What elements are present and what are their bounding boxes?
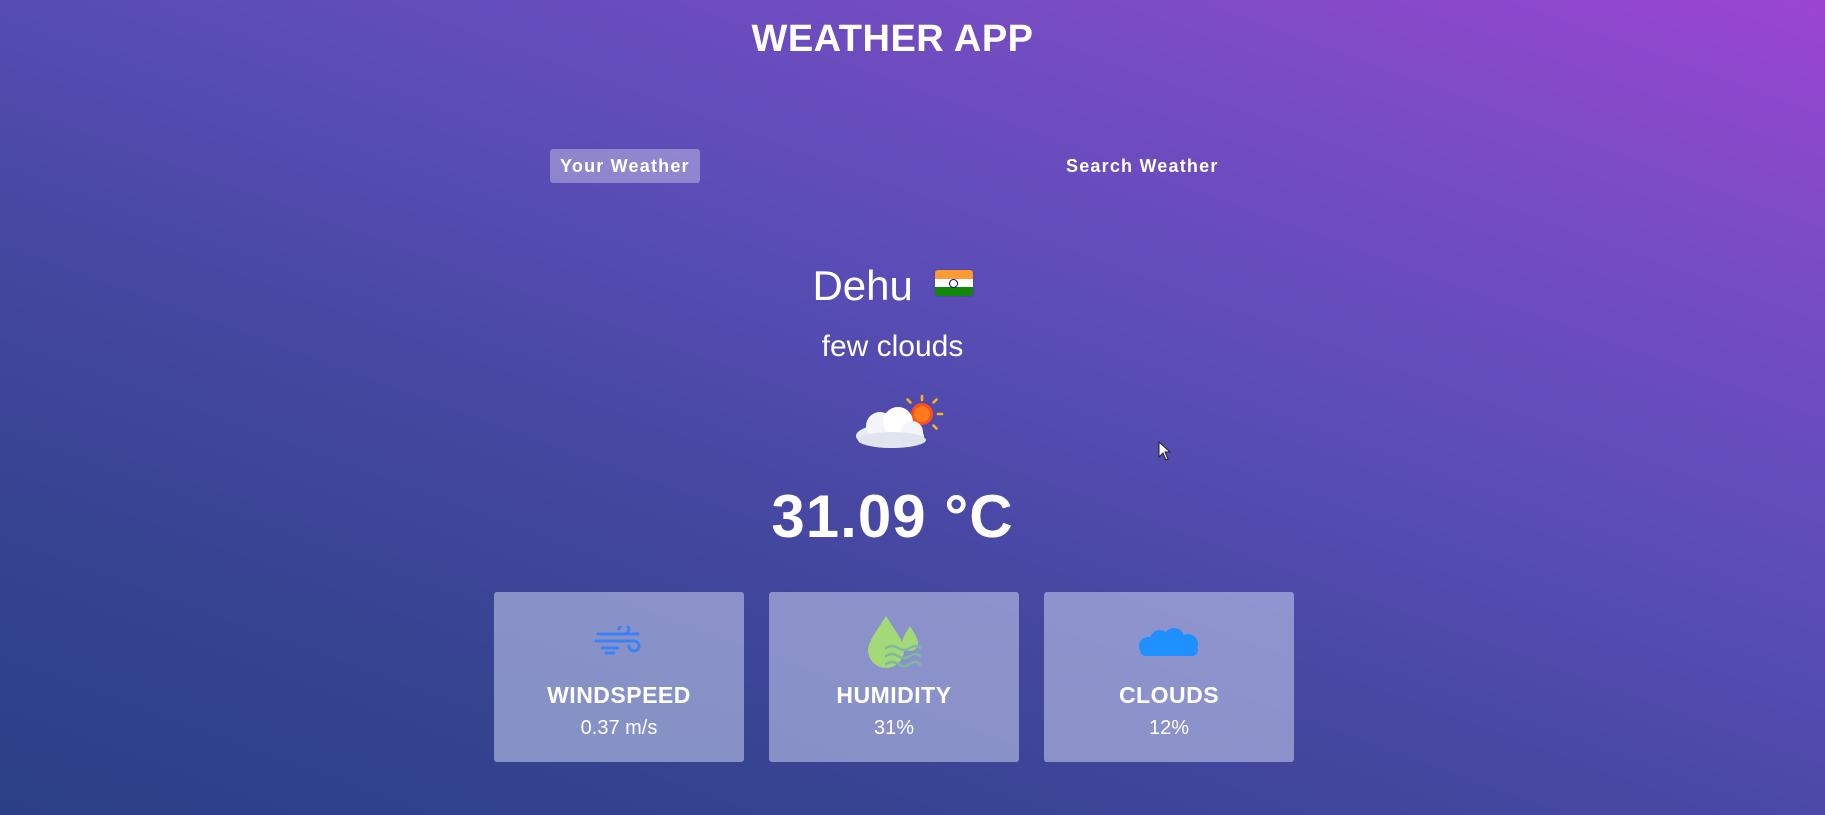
tab-bar: Your Weather Search Weather — [0, 149, 1825, 183]
clouds-value: 12% — [1148, 717, 1190, 739]
windspeed-label: WINDSPEED — [547, 682, 691, 708]
temperature-display: 31.09 °C — [771, 483, 1014, 550]
windspeed-value: 0.37 m/s — [580, 717, 658, 739]
mouse-cursor-icon — [1158, 441, 1172, 461]
stats-row: WINDSPEED 0.37 m/s HUMIDITY 31% CLOUDS 1… — [494, 592, 1294, 762]
tab-your-weather[interactable]: Your Weather — [550, 149, 700, 183]
wind-icon — [594, 626, 641, 655]
app-title: WEATHER APP — [751, 18, 1034, 60]
city-name: Dehu — [812, 262, 913, 309]
windspeed-card: WINDSPEED 0.37 m/s — [494, 592, 744, 762]
humidity-label: HUMIDITY — [836, 682, 952, 708]
clouds-card: CLOUDS 12% — [1044, 592, 1294, 762]
city-heading: Dehu — [0, 262, 1785, 310]
india-flag-icon — [934, 270, 973, 296]
humidity-card: HUMIDITY 31% — [769, 592, 1019, 762]
weather-description: few clouds — [821, 330, 964, 363]
cloud-icon — [1139, 628, 1198, 656]
tab-search-weather[interactable]: Search Weather — [1056, 149, 1229, 183]
humidity-value: 31% — [873, 717, 915, 739]
humidity-icon — [868, 616, 922, 668]
few-clouds-icon — [856, 394, 944, 448]
clouds-label: CLOUDS — [1118, 682, 1220, 708]
